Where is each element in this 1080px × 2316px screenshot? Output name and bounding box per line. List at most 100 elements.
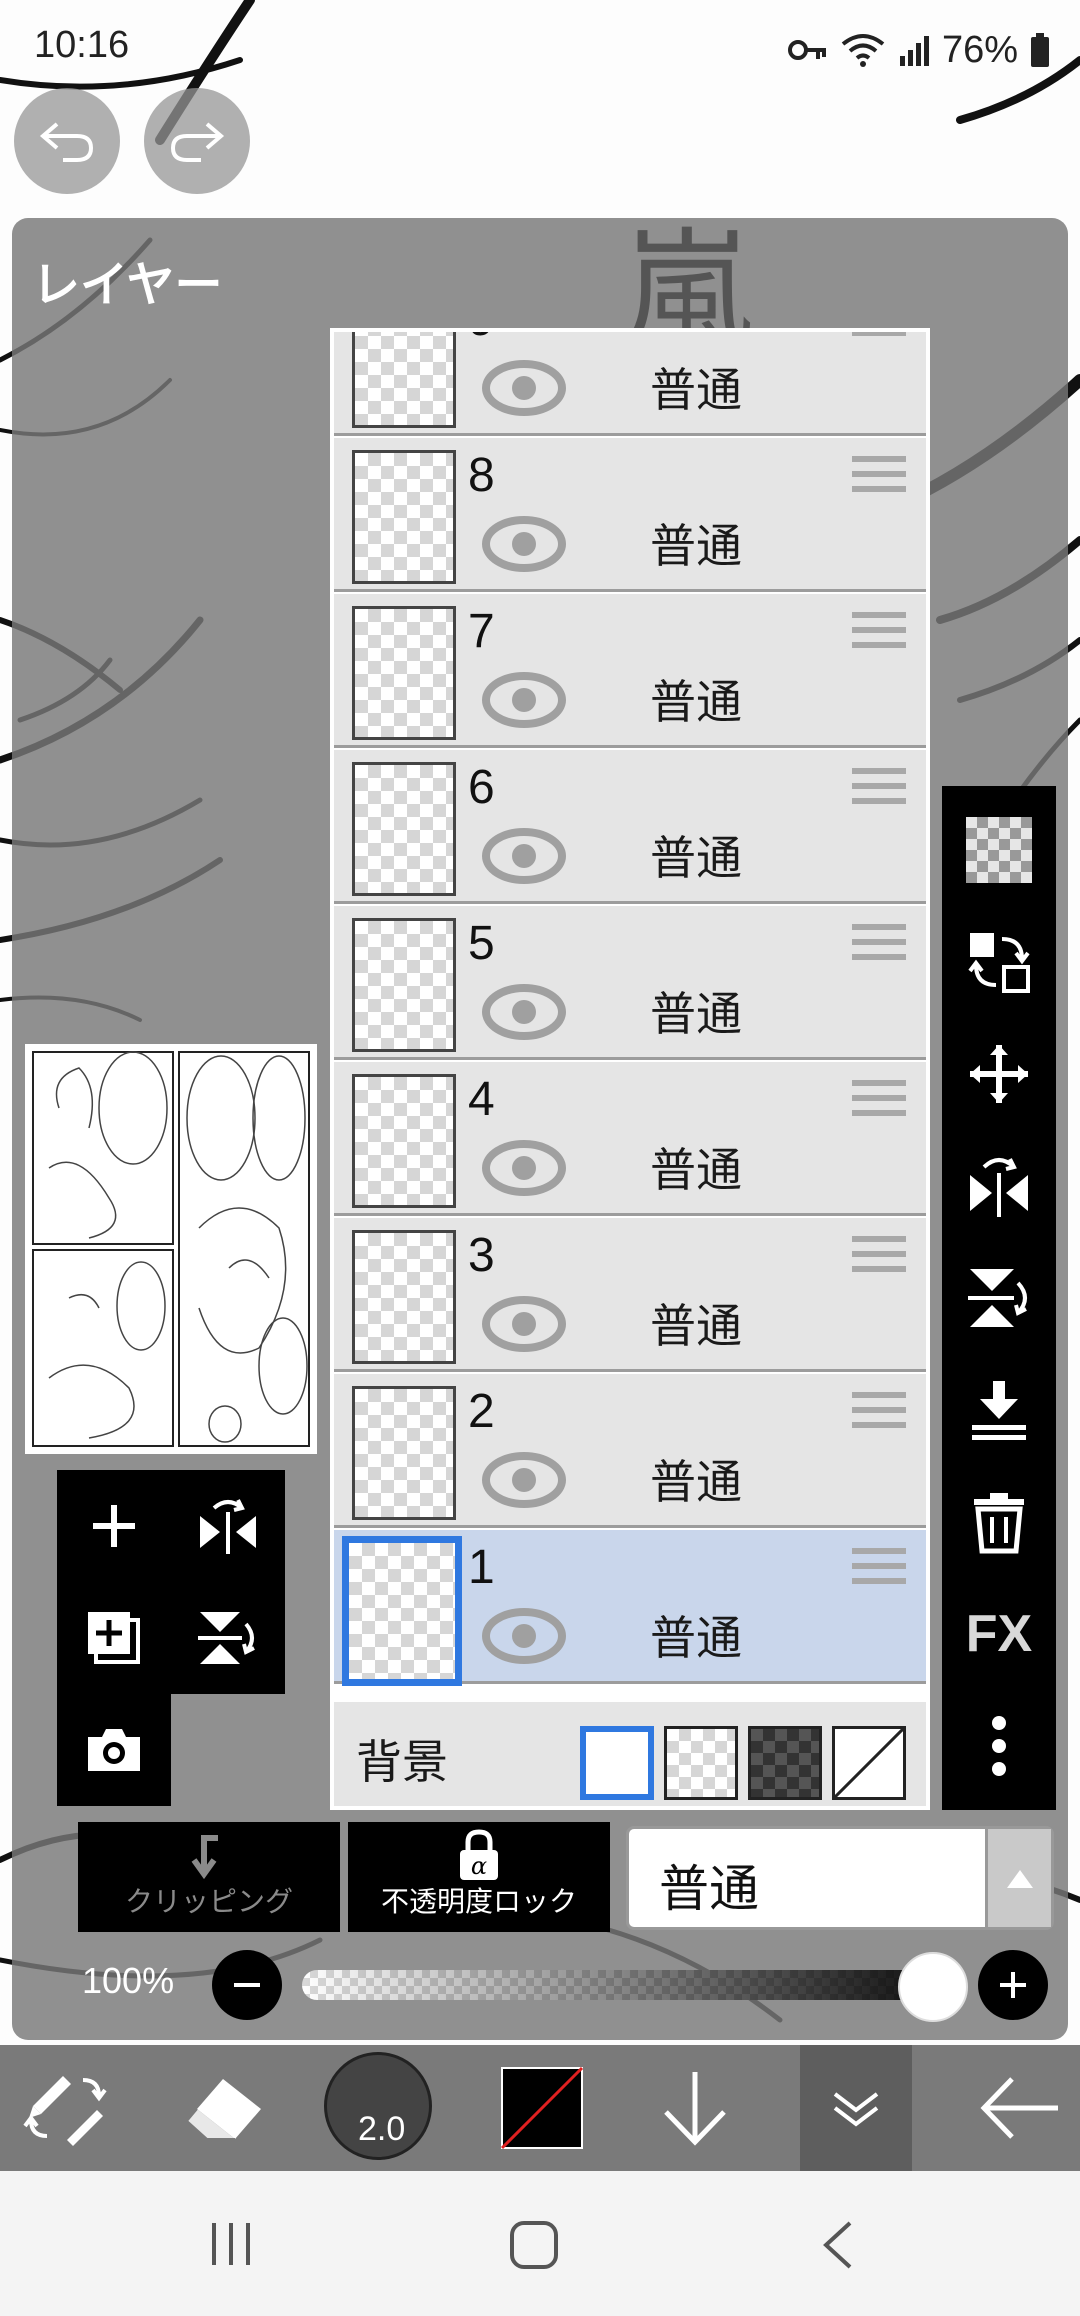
layer-number: 9 <box>468 332 495 347</box>
alpha-lock-label: 不透明度ロック <box>380 1885 577 1918</box>
merge-down-button[interactable] <box>942 1354 1056 1466</box>
layer-panel-button[interactable] <box>800 2045 912 2171</box>
layer-blend-mode: 普通 <box>650 519 742 573</box>
alpha-lock-button[interactable]: α 不透明度ロック <box>348 1822 610 1932</box>
battery-percent: 76% <box>941 28 1018 71</box>
layer-thumbnail <box>352 332 456 428</box>
comic-page-thumbnail <box>32 1051 310 1447</box>
opacity-decrease-button[interactable] <box>212 1950 282 2020</box>
lock-icon: α <box>460 1829 498 1880</box>
flip-horizontal-button[interactable] <box>942 1130 1056 1242</box>
opacity-increase-button[interactable] <box>978 1950 1048 2020</box>
arrow-down-icon <box>664 2072 726 2146</box>
back-arrow-button[interactable] <box>960 2045 1080 2171</box>
camera-import-button[interactable] <box>57 1694 171 1806</box>
layer-number: 2 <box>468 1385 495 1438</box>
drag-handle-icon[interactable] <box>852 924 906 972</box>
eye-icon[interactable] <box>482 1296 566 1352</box>
layer-row-9[interactable]: 9 普通 <box>334 332 926 436</box>
add-layer-button[interactable] <box>57 1470 171 1582</box>
layer-thumbnail <box>352 606 456 740</box>
eye-icon[interactable] <box>482 984 566 1040</box>
layer-number: 4 <box>468 1073 495 1126</box>
blend-mode-arrow[interactable] <box>985 1829 1051 1927</box>
layer-actions <box>57 1470 285 1810</box>
layer-row-4[interactable]: 4 普通 <box>334 1062 926 1216</box>
background-light-checker-option[interactable] <box>664 1726 738 1800</box>
transparency-checker-button[interactable] <box>942 794 1056 906</box>
redo-button[interactable] <box>144 88 250 194</box>
eye-icon[interactable] <box>482 1608 566 1664</box>
background-none-option[interactable] <box>832 1726 906 1800</box>
background-white-option[interactable] <box>580 1726 654 1800</box>
drag-handle-icon[interactable] <box>852 768 906 816</box>
recent-apps-icon[interactable] <box>206 2219 256 2269</box>
eye-icon[interactable] <box>482 672 566 728</box>
layer-row-2[interactable]: 2 普通 <box>334 1374 926 1528</box>
drag-handle-icon[interactable] <box>852 1080 906 1128</box>
layer-row-1[interactable]: 1 普通 <box>334 1530 926 1686</box>
camera-icon <box>88 1729 140 1771</box>
eye-icon[interactable] <box>482 828 566 884</box>
flip-vertical-button[interactable] <box>942 1242 1056 1354</box>
layer-number: 8 <box>468 449 495 502</box>
flip-layer-vertical-button[interactable] <box>171 1582 285 1694</box>
clipping-button[interactable]: クリッピング <box>78 1822 340 1932</box>
flip-vertical-icon <box>968 1269 1027 1327</box>
eraser-icon <box>185 2079 261 2140</box>
layer-row-7[interactable]: 7 普通 <box>334 594 926 748</box>
eye-icon[interactable] <box>482 1140 566 1196</box>
drag-handle-icon[interactable] <box>852 612 906 660</box>
fx-icon: FX <box>965 1605 1033 1663</box>
battery-icon <box>1031 33 1049 67</box>
swap-layer-button[interactable] <box>942 906 1056 1018</box>
fx-button[interactable]: FX <box>942 1578 1056 1690</box>
delete-layer-button[interactable] <box>942 1466 1056 1578</box>
drag-handle-icon[interactable] <box>852 332 906 348</box>
move-layer-button[interactable] <box>942 1018 1056 1130</box>
home-icon[interactable] <box>508 2219 560 2271</box>
drag-handle-icon[interactable] <box>852 456 906 504</box>
background-dark-checker-option[interactable] <box>748 1726 822 1800</box>
drag-handle-icon[interactable] <box>852 1548 906 1596</box>
drag-handle-icon[interactable] <box>852 1236 906 1284</box>
plus-icon <box>1000 1972 1026 1998</box>
layer-row-8[interactable]: 8 普通 <box>334 438 926 592</box>
layer-row-6[interactable]: 6 普通 <box>334 750 926 904</box>
layer-list[interactable]: 9 普通 8 普通 7 普通 6 普通 5 普通 4 普通 <box>330 328 930 1810</box>
layer-thumbnail <box>352 1386 456 1520</box>
opacity-label: 100% <box>82 1960 175 2001</box>
background-label: 背景 <box>356 1735 448 1789</box>
layer-thumbnail <box>352 918 456 1052</box>
trash-icon <box>974 1493 1024 1554</box>
tool-switch-button[interactable] <box>0 2045 130 2171</box>
eye-icon[interactable] <box>482 516 566 572</box>
diagonal-line-icon <box>833 1727 905 1799</box>
color-picker-button[interactable] <box>492 2045 592 2171</box>
layer-row-3[interactable]: 3 普通 <box>334 1218 926 1372</box>
back-icon[interactable] <box>818 2219 858 2271</box>
eye-icon[interactable] <box>482 360 566 416</box>
drag-handle-icon[interactable] <box>852 1392 906 1440</box>
layer-row-5[interactable]: 5 普通 <box>334 906 926 1060</box>
eraser-button[interactable] <box>160 2045 290 2171</box>
layer-down-button[interactable] <box>640 2045 750 2171</box>
more-options-button[interactable] <box>942 1690 1056 1802</box>
opacity-slider[interactable] <box>302 1970 942 2000</box>
layer-number: 1 <box>468 1541 495 1594</box>
layer-tools-toolbar: FX <box>942 786 1056 1810</box>
chevron-up-icon <box>1006 1870 1033 1888</box>
duplicate-layer-button[interactable] <box>57 1582 171 1694</box>
undo-button[interactable] <box>14 88 120 194</box>
layer-blend-mode: 普通 <box>650 1455 742 1509</box>
layer-thumbnail <box>352 1074 456 1208</box>
color-swatch-icon <box>500 2066 584 2150</box>
undo-icon <box>39 122 94 162</box>
flip-layer-horizontal-button[interactable] <box>171 1470 285 1582</box>
wifi-icon <box>841 34 885 67</box>
opacity-slider-thumb[interactable] <box>898 1952 968 2022</box>
blend-mode-select[interactable]: 普通 <box>626 1826 1054 1930</box>
eye-icon[interactable] <box>482 1452 566 1508</box>
signal-icon <box>899 36 929 66</box>
swap-layer-icon <box>968 933 1030 993</box>
